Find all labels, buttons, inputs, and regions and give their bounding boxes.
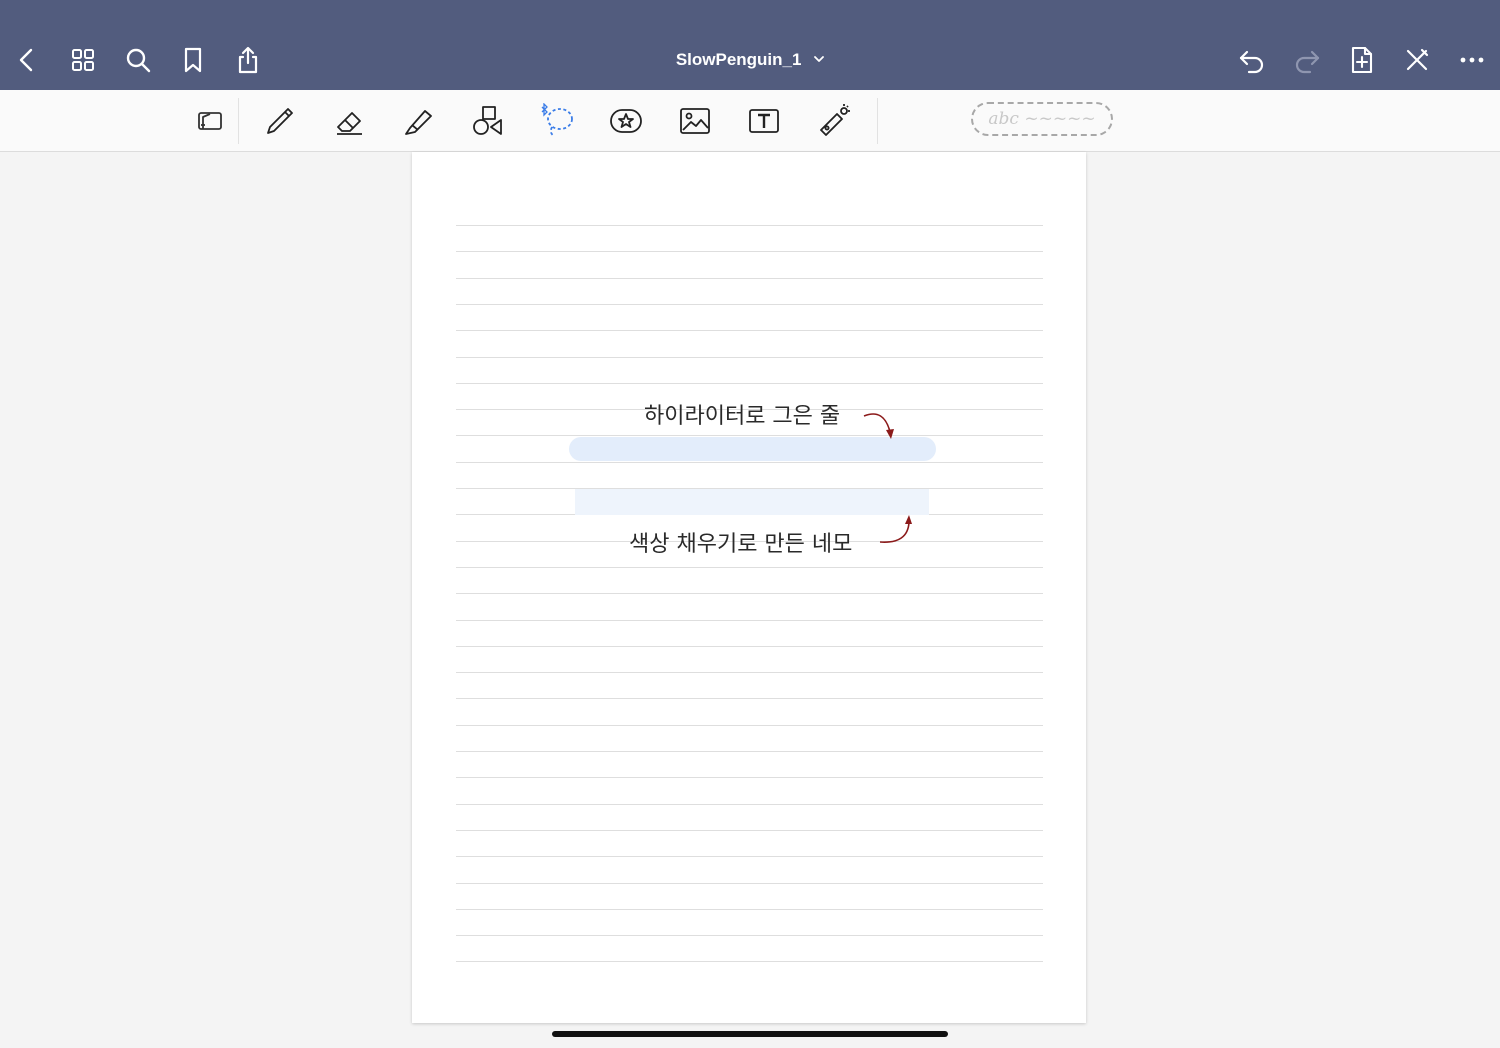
ruled-line (456, 803, 1043, 805)
ruled-line (456, 619, 1043, 621)
ruled-line (456, 882, 1043, 884)
lasso-icon[interactable] (536, 100, 578, 142)
text-icon[interactable] (743, 100, 785, 142)
ruled-line (456, 382, 1043, 384)
top-navigation-bar: SlowPenguin_1 (0, 0, 1500, 90)
redo-icon[interactable] (1289, 42, 1325, 78)
document-title-text: SlowPenguin_1 (675, 50, 802, 69)
highlighter-icon[interactable] (398, 100, 440, 142)
ruled-line (456, 751, 1043, 752)
ruled-line (456, 698, 1043, 700)
laser-pointer-icon[interactable] (813, 100, 855, 142)
more-icon[interactable] (1454, 42, 1490, 78)
image-icon[interactable] (674, 100, 716, 142)
document-title[interactable]: SlowPenguin_1 (0, 48, 1500, 70)
ruled-line (456, 672, 1043, 674)
toolbar-divider (238, 98, 239, 144)
ruled-line (456, 777, 1043, 779)
ruled-line (456, 225, 1043, 226)
filled-rectangle[interactable] (575, 489, 929, 515)
ruled-line (456, 935, 1043, 937)
read-mode-icon[interactable] (189, 100, 231, 142)
arrow-to-highlight-icon (863, 413, 894, 439)
ruled-line (456, 593, 1043, 595)
toolbar-divider (877, 98, 878, 144)
ruled-line (456, 856, 1043, 858)
arrow-to-rectangle-icon (879, 515, 912, 543)
ruled-line (456, 303, 1043, 305)
ruled-line (456, 330, 1043, 332)
pen-preview-swatch[interactable]: abc ~~~~~ (971, 102, 1113, 136)
notebook-page[interactable]: 하이라이터로 그은 줄 색상 채우기로 만든 네모 (412, 152, 1086, 1023)
ruled-line (456, 566, 1043, 568)
ruled-line (456, 461, 1043, 463)
ruled-line (456, 356, 1043, 358)
undo-icon[interactable] (1234, 42, 1270, 78)
home-indicator[interactable] (552, 1031, 948, 1037)
ruled-line (456, 829, 1043, 831)
pen-preview-text: abc ~~~~~ (988, 109, 1096, 129)
ruled-line (456, 645, 1043, 647)
sticker-icon[interactable] (605, 100, 647, 142)
shapes-icon[interactable] (466, 100, 508, 142)
chevron-down-icon (814, 48, 825, 68)
close-x-icon[interactable] (1399, 42, 1435, 78)
ruled-line (456, 908, 1043, 910)
eraser-icon[interactable] (329, 100, 371, 142)
ruled-line (456, 724, 1043, 726)
fill-annotation[interactable]: 색상 채우기로 만든 네모 (629, 526, 852, 558)
ruled-line (456, 277, 1043, 279)
ruled-line (456, 961, 1043, 963)
ruled-line (456, 251, 1043, 253)
pen-icon[interactable] (259, 100, 301, 142)
drawing-toolbar: abc ~~~~~ (0, 90, 1500, 152)
add-page-icon[interactable] (1344, 42, 1380, 78)
highlighter-annotation[interactable]: 하이라이터로 그은 줄 (644, 398, 840, 430)
